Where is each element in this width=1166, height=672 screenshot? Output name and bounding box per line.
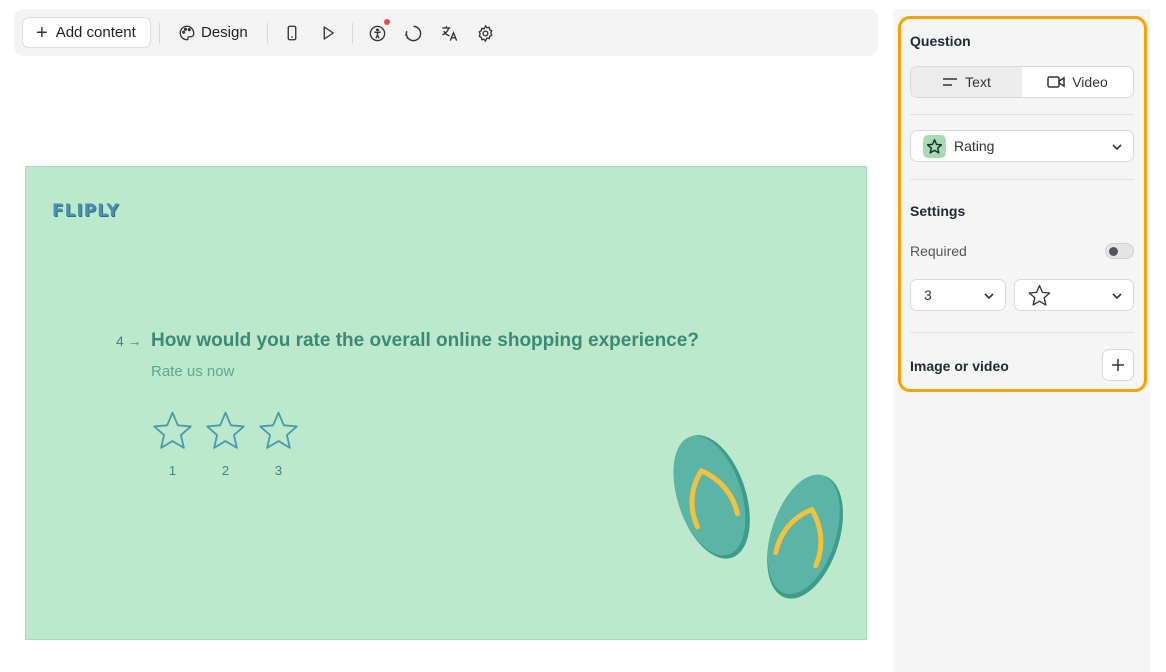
- flip-flops-illustration: [673, 435, 843, 599]
- star-icon: [206, 411, 245, 449]
- question-settings-panel: Question Text Video Rating Settings Requ…: [898, 16, 1147, 392]
- rating-label: 2: [221, 463, 230, 478]
- star-icon: [1028, 284, 1051, 306]
- add-media-button[interactable]: [1102, 349, 1134, 381]
- video-option-label: Video: [1072, 74, 1108, 90]
- loading-icon[interactable]: [402, 22, 424, 44]
- design-button[interactable]: Design: [178, 17, 248, 48]
- question-canvas[interactable]: FLIPLY 4 → How would you rate the overal…: [25, 166, 867, 640]
- translate-icon[interactable]: [438, 22, 460, 44]
- toolbar-divider: [267, 23, 268, 43]
- rating-label: 3: [274, 463, 283, 478]
- accessibility-icon[interactable]: [366, 19, 390, 44]
- question-format-toggle: Text Video: [910, 66, 1134, 98]
- text-option-label: Text: [965, 74, 991, 90]
- question-type-select[interactable]: Rating: [910, 130, 1134, 162]
- question-type-label: Rating: [954, 138, 995, 154]
- required-label: Required: [910, 243, 967, 259]
- toggle-knob: [1109, 247, 1118, 256]
- video-option[interactable]: Video: [1022, 67, 1133, 97]
- mobile-preview-icon[interactable]: [281, 22, 303, 44]
- divider: [910, 179, 1134, 180]
- toolbar-divider: [159, 23, 160, 43]
- rating-type-badge: [923, 134, 946, 158]
- editor-toolbar: + Add content Design: [14, 9, 878, 56]
- question-subtitle[interactable]: Rate us now: [151, 363, 234, 380]
- text-option[interactable]: Text: [911, 67, 1022, 97]
- plus-icon: [1112, 359, 1124, 371]
- design-label: Design: [201, 24, 248, 41]
- brand-logo: FLIPLY: [52, 201, 120, 221]
- chevron-down-icon: [1112, 144, 1122, 151]
- question-heading: Question: [910, 33, 971, 49]
- add-content-label: Add content: [55, 24, 136, 41]
- shape-select[interactable]: [1014, 279, 1134, 311]
- star-icon: [926, 138, 943, 154]
- rating-star-2[interactable]: 2: [203, 409, 248, 478]
- play-icon[interactable]: [317, 22, 339, 44]
- video-camera-icon: [1047, 76, 1065, 88]
- star-icon: [259, 411, 298, 449]
- rating-stars: 1 2 3: [150, 409, 301, 478]
- notification-dot: [384, 19, 390, 25]
- divider: [910, 332, 1134, 333]
- scale-select[interactable]: 3: [910, 279, 1006, 311]
- plus-icon: +: [36, 21, 48, 44]
- question-number: 4 →: [116, 333, 142, 349]
- text-lines-icon: [943, 78, 958, 86]
- divider: [910, 114, 1134, 115]
- settings-heading: Settings: [910, 203, 966, 219]
- required-toggle[interactable]: [1105, 243, 1134, 259]
- rating-label: 1: [168, 463, 177, 478]
- chevron-down-icon: [1112, 293, 1122, 300]
- rating-star-3[interactable]: 3: [256, 409, 301, 478]
- chevron-down-icon: [984, 293, 994, 300]
- settings-gear-icon[interactable]: [474, 22, 496, 44]
- scale-value: 3: [924, 287, 932, 303]
- media-heading: Image or video: [910, 358, 1009, 374]
- palette-icon: [179, 25, 195, 40]
- toolbar-divider: [352, 23, 353, 43]
- question-title[interactable]: How would you rate the overall online sh…: [151, 330, 699, 352]
- add-content-button[interactable]: + Add content: [22, 17, 151, 48]
- rating-star-1[interactable]: 1: [150, 409, 195, 478]
- star-icon: [153, 411, 192, 449]
